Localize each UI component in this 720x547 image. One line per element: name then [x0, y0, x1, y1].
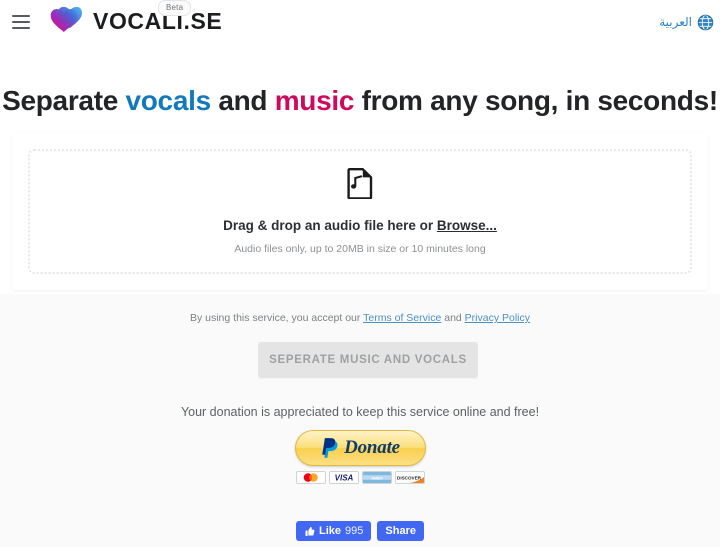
facebook-like-button[interactable]: Like 995	[296, 521, 372, 541]
paypal-donate-label: Donate	[344, 437, 400, 458]
hero-text-part1: Separate	[2, 85, 126, 116]
beta-badge: Beta	[158, 0, 192, 16]
discover-logo-icon: DISCOVER	[394, 471, 425, 484]
globe-icon	[697, 14, 714, 30]
hero-section: Separate vocals and music from any song,…	[0, 82, 720, 120]
vocalise-heart-logo-icon	[50, 6, 83, 32]
facebook-like-label: Like	[319, 525, 342, 537]
page-root: VOCALI.SE Beta العربية Separate vocals a…	[0, 0, 720, 547]
legal-prefix: By using this service, you accept our	[189, 312, 364, 324]
site-header: VOCALI.SE Beta العربية	[0, 0, 720, 45]
hamburger-line	[12, 27, 30, 29]
language-label: العربية	[659, 15, 692, 29]
upload-card: Drag & drop an audio file here or Browse…	[12, 133, 708, 290]
paypal-logo-icon	[322, 438, 338, 458]
file-dropzone[interactable]: Drag & drop an audio file here or Browse…	[28, 149, 692, 274]
facebook-social-row: Like 995 Share	[0, 521, 720, 541]
page-title: Separate vocals and music from any song,…	[0, 82, 720, 120]
donation-message: Your donation is appreciated to keep thi…	[180, 405, 540, 419]
facebook-like-count: 995	[345, 525, 364, 537]
thumbs-up-icon	[305, 526, 315, 536]
dropzone-prompt-text: Drag & drop an audio file here or	[223, 217, 437, 233]
language-switch-link[interactable]: العربية	[659, 13, 714, 31]
paypal-donation-block: Donate VISA AMEX DISCOVER	[0, 430, 720, 484]
hamburger-line	[12, 15, 30, 17]
svg-text:AMEX: AMEX	[371, 476, 383, 481]
terms-of-service-link[interactable]: Terms of Service	[363, 312, 441, 324]
privacy-policy-link[interactable]: Privacy Policy	[465, 312, 530, 324]
browse-link[interactable]: Browse...	[437, 218, 497, 233]
amex-logo-icon: AMEX	[361, 471, 392, 484]
separate-music-and-vocals-button[interactable]: SEPERATE MUSIC AND VOCALS	[258, 342, 478, 378]
paypal-donate-button[interactable]: Donate	[294, 430, 426, 466]
svg-text:DISCOVER: DISCOVER	[397, 476, 422, 481]
audio-file-icon	[347, 167, 373, 199]
legal-notice: By using this service, you accept our Te…	[0, 311, 720, 325]
dropzone-prompt: Drag & drop an audio file here or Browse…	[223, 217, 497, 235]
mastercard-logo-icon	[295, 471, 326, 484]
brand-logo-link[interactable]: VOCALI.SE	[50, 4, 222, 38]
hamburger-menu-icon[interactable]	[12, 15, 30, 29]
hero-highlight-music: music	[274, 85, 355, 116]
hamburger-line	[12, 21, 30, 23]
legal-conjunction: and	[441, 312, 465, 324]
hero-text-part2: and	[210, 85, 275, 116]
visa-logo-icon: VISA	[328, 471, 359, 484]
hero-text-part3: from any song, in seconds!	[354, 85, 719, 116]
svg-text:VISA: VISA	[334, 474, 353, 483]
accepted-cards-row: VISA AMEX DISCOVER	[295, 471, 425, 484]
dropzone-hint: Audio files only, up to 20MB in size or …	[234, 242, 486, 255]
hero-highlight-vocals: vocals	[125, 85, 211, 116]
facebook-share-button[interactable]: Share	[377, 521, 424, 541]
